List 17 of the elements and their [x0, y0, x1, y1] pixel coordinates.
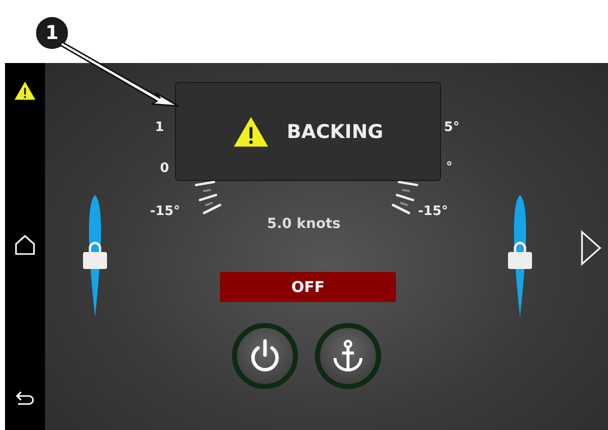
anchor-icon [332, 339, 364, 373]
angle-label: 1 [155, 120, 164, 135]
warning-icon [14, 81, 36, 100]
back-icon[interactable] [15, 390, 35, 406]
power-icon [249, 339, 281, 373]
angle-label: 0 [160, 161, 170, 176]
callout-number: 1 [36, 17, 68, 49]
angle-label: 5° [444, 120, 460, 135]
status-bar: OFF [220, 272, 396, 302]
angle-label: -15° [150, 204, 180, 219]
warning-icon [232, 116, 269, 148]
home-icon[interactable] [14, 234, 36, 256]
alert-title: BACKING [286, 120, 384, 142]
next-arrow-icon[interactable] [580, 230, 602, 266]
speed-label: 5.0 knots [267, 216, 341, 232]
angle-label: -15° [418, 204, 448, 219]
angle-label: ° [446, 160, 452, 175]
